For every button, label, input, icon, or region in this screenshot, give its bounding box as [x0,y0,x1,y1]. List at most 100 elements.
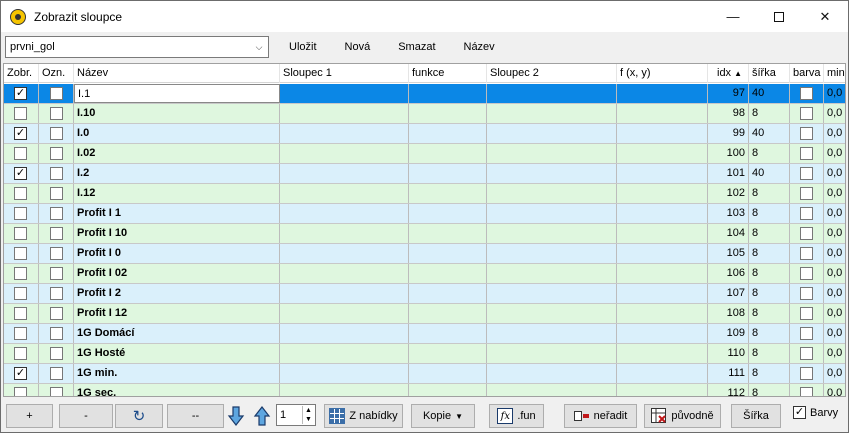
table-row[interactable]: 1G sec. 112 8 0,0 [4,384,845,396]
name-cell[interactable]: I.12 [74,184,280,203]
min-cell[interactable]: 0,0 [824,344,845,363]
column2-cell[interactable] [487,184,617,203]
column2-cell[interactable] [487,304,617,323]
table-row[interactable]: Profit I 1 103 8 0,0 [4,204,845,224]
rename-button[interactable]: Název [456,41,503,53]
header-fxy[interactable]: f (x, y) [617,64,708,83]
show-checkbox[interactable]: ✓ [14,127,27,140]
function-cell[interactable] [409,264,487,283]
function-cell[interactable] [409,304,487,323]
width-cell[interactable]: 8 [749,384,790,396]
min-cell[interactable]: 0,0 [824,364,845,383]
min-cell[interactable]: 0,0 [824,284,845,303]
min-cell[interactable]: 0,0 [824,304,845,323]
fxy-cell[interactable] [617,284,708,303]
name-cell[interactable]: 1G Hosté [74,344,280,363]
name-cell[interactable]: I.02 [74,144,280,163]
show-checkbox[interactable] [14,327,27,340]
width-cell[interactable]: 40 [749,124,790,143]
fxy-cell[interactable] [617,384,708,396]
color-checkbox[interactable] [800,107,813,120]
column1-cell[interactable] [280,244,409,263]
remove-row-button[interactable]: - [59,404,113,428]
column2-cell[interactable] [487,124,617,143]
step-spinner[interactable]: 1 ▲ ▼ [276,404,316,426]
width-cell[interactable]: 8 [749,204,790,223]
fxy-cell[interactable] [617,324,708,343]
mark-checkbox[interactable] [50,327,63,340]
color-checkbox[interactable] [800,327,813,340]
column1-cell[interactable] [280,104,409,123]
mark-checkbox[interactable] [50,287,63,300]
chevron-down-icon[interactable]: ⌵ [250,37,268,57]
mark-checkbox[interactable] [50,367,63,380]
name-cell[interactable]: Profit I 1 [74,204,280,223]
table-row[interactable]: Profit I 2 107 8 0,0 [4,284,845,304]
fxy-cell[interactable] [617,144,708,163]
column2-cell[interactable] [487,144,617,163]
color-checkbox[interactable] [800,187,813,200]
column1-cell[interactable] [280,344,409,363]
fxy-cell[interactable] [617,344,708,363]
fxy-cell[interactable] [617,164,708,183]
width-cell[interactable]: 8 [749,144,790,163]
function-cell[interactable] [409,84,487,103]
column2-cell[interactable] [487,344,617,363]
min-cell[interactable]: 0,0 [824,184,845,203]
show-checkbox[interactable] [14,227,27,240]
column1-cell[interactable] [280,184,409,203]
width-cell[interactable]: 8 [749,324,790,343]
color-checkbox[interactable] [800,207,813,220]
column1-cell[interactable] [280,204,409,223]
width-cell[interactable]: 8 [749,284,790,303]
header-nazev[interactable]: Název [74,64,280,83]
function-cell[interactable] [409,324,487,343]
column2-cell[interactable] [487,284,617,303]
show-checkbox[interactable] [14,247,27,260]
width-cell[interactable]: 8 [749,104,790,123]
mark-checkbox[interactable] [50,247,63,260]
colors-checkbox-group[interactable]: ✓ Barvy [793,406,838,419]
show-checkbox[interactable] [14,287,27,300]
column1-cell[interactable] [280,384,409,396]
fxy-cell[interactable] [617,204,708,223]
save-button[interactable]: Uložit [281,41,325,53]
min-cell[interactable]: 0,0 [824,104,845,123]
colors-checkbox[interactable]: ✓ [793,406,806,419]
header-min[interactable]: min [824,64,845,83]
function-cell[interactable] [409,144,487,163]
column1-cell[interactable] [280,84,409,103]
mark-checkbox[interactable] [50,87,63,100]
show-checkbox[interactable] [14,267,27,280]
table-row[interactable]: I.12 102 8 0,0 [4,184,845,204]
show-checkbox[interactable] [14,207,27,220]
color-checkbox[interactable] [800,267,813,280]
width-cell[interactable]: 8 [749,364,790,383]
show-checkbox[interactable]: ✓ [14,367,27,380]
min-cell[interactable]: 0,0 [824,144,845,163]
min-cell[interactable]: 0,0 [824,384,845,396]
column1-cell[interactable] [280,224,409,243]
function-cell[interactable] [409,244,487,263]
header-ozn[interactable]: Ozn. [39,64,74,83]
color-checkbox[interactable] [800,167,813,180]
color-checkbox[interactable] [800,127,813,140]
function-cell[interactable] [409,224,487,243]
fxy-cell[interactable] [617,264,708,283]
function-cell[interactable] [409,364,487,383]
fxy-cell[interactable] [617,124,708,143]
mark-checkbox[interactable] [50,107,63,120]
table-row[interactable]: I.02 100 8 0,0 [4,144,845,164]
header-sloupec1[interactable]: Sloupec 1 [280,64,409,83]
name-cell[interactable]: Profit I 12 [74,304,280,323]
name-cell[interactable]: I.1 [74,84,280,103]
width-cell[interactable]: 40 [749,84,790,103]
column1-cell[interactable] [280,284,409,303]
mark-checkbox[interactable] [50,307,63,320]
maximize-button[interactable] [756,1,802,32]
original-button[interactable]: původně [644,404,721,428]
from-menu-button[interactable]: Z nabídky [324,404,403,428]
column1-cell[interactable] [280,304,409,323]
header-barva[interactable]: barva [790,64,824,83]
column2-cell[interactable] [487,84,617,103]
